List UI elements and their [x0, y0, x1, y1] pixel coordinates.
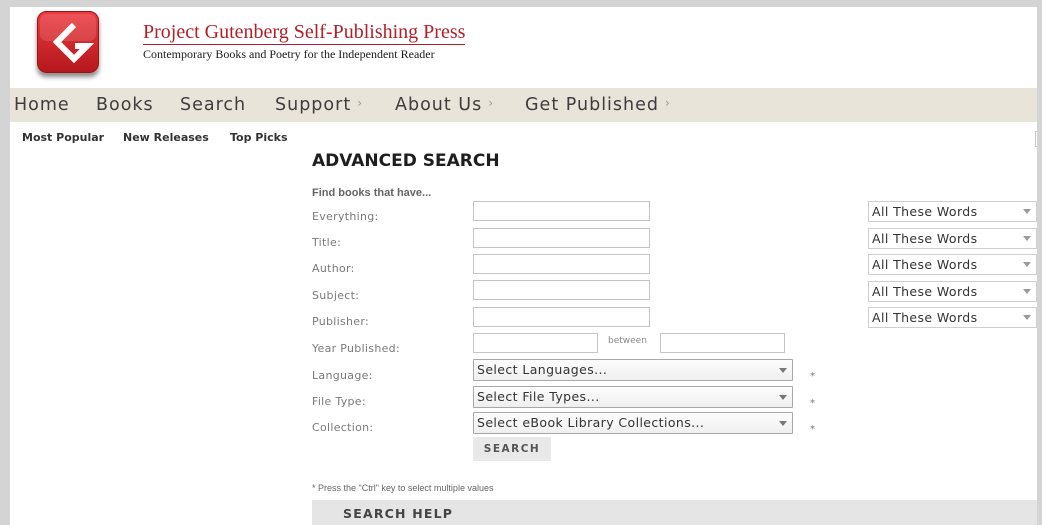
field-label: Language:: [312, 369, 373, 382]
field-label: Everything:: [312, 210, 379, 223]
field-label: Year Published:: [312, 342, 400, 355]
site-tagline: Contemporary Books and Poetry for the In…: [143, 47, 435, 61]
gutenberg-logo-icon: [37, 11, 99, 73]
nav-item-label: Search: [180, 95, 247, 115]
dropdown-arrow-icon: [1023, 289, 1031, 294]
field-label: File Type:: [312, 395, 366, 408]
search-help-title: SEARCH HELP: [343, 506, 454, 521]
site-logo[interactable]: [37, 11, 99, 73]
subnav-top-picks[interactable]: Top Picks: [230, 131, 288, 145]
field-label: Subject:: [312, 289, 360, 302]
field-label: Collection:: [312, 421, 374, 434]
site-title[interactable]: Project Gutenberg Self-Publishing Press: [143, 21, 466, 45]
select-value: All These Words: [872, 231, 978, 246]
publisher-match-select[interactable]: All These Words: [868, 307, 1037, 328]
required-marker: *: [810, 424, 815, 435]
header-search-input[interactable]: [1035, 131, 1037, 147]
dropdown-arrow-icon: [1023, 209, 1031, 214]
field-label: Title:: [312, 236, 342, 249]
dropdown-arrow-icon: [1023, 315, 1031, 320]
nav-item-support[interactable]: Support ›: [275, 88, 362, 122]
nav-item-get-published[interactable]: Get Published ›: [525, 88, 670, 122]
submenu-arrow-icon: ›: [665, 96, 670, 110]
dropdown-arrow-icon: [1023, 236, 1031, 241]
select-value: All These Words: [872, 204, 978, 219]
nav-item-home[interactable]: Home: [14, 88, 70, 122]
select-value: Select File Types...: [477, 389, 600, 404]
dropdown-arrow-icon: [779, 421, 787, 426]
page-title: ADVANCED SEARCH: [312, 151, 500, 171]
dropdown-arrow-icon: [779, 368, 787, 373]
title-match-select[interactable]: All These Words: [868, 228, 1037, 249]
subject-match-select[interactable]: All These Words: [868, 281, 1037, 302]
file-type-select[interactable]: Select File Types...: [473, 386, 793, 408]
ctrl-key-footnote: * Press the "Ctrl" key to select multipl…: [312, 483, 494, 493]
nav-item-label: Get Published: [525, 95, 660, 115]
page-frame: Project Gutenberg Self-Publishing Press …: [10, 7, 1037, 525]
collection-select[interactable]: Select eBook Library Collections...: [473, 412, 793, 434]
main-nav: Home Books Search Support › About Us › Get…: [10, 88, 1037, 122]
field-label: Author:: [312, 262, 355, 275]
nav-item-label: Support: [275, 95, 352, 115]
nav-item-label: Books: [96, 95, 154, 115]
nav-item-about-us[interactable]: About Us ›: [395, 88, 493, 122]
select-value: All These Words: [872, 257, 978, 272]
subnav-new-releases[interactable]: New Releases: [123, 131, 209, 145]
search-intro: Find books that have...: [312, 187, 432, 199]
required-marker: *: [810, 398, 815, 409]
subnav-most-popular[interactable]: Most Popular: [22, 131, 104, 145]
title-input[interactable]: [473, 228, 650, 248]
author-input[interactable]: [473, 254, 650, 274]
language-select[interactable]: Select Languages...: [473, 359, 793, 381]
search-button[interactable]: SEARCH: [473, 437, 551, 461]
dropdown-arrow-icon: [1023, 262, 1031, 267]
year-to-input[interactable]: [660, 333, 785, 353]
select-value: Select Languages...: [477, 362, 608, 377]
submenu-arrow-icon: ›: [357, 96, 362, 110]
select-value: Select eBook Library Collections...: [477, 415, 705, 430]
everything-input[interactable]: [473, 201, 650, 221]
year-from-input[interactable]: [473, 333, 598, 353]
year-between-label: between: [608, 336, 647, 346]
select-value: All These Words: [872, 310, 978, 325]
submenu-arrow-icon: ›: [488, 96, 494, 110]
subject-input[interactable]: [473, 280, 650, 300]
everything-match-select[interactable]: All These Words: [868, 201, 1037, 222]
nav-item-books[interactable]: Books: [96, 88, 154, 122]
dropdown-arrow-icon: [779, 395, 787, 400]
nav-item-search[interactable]: Search: [180, 88, 246, 122]
required-marker: *: [810, 371, 815, 382]
search-help-bar[interactable]: SEARCH HELP: [312, 500, 1037, 525]
author-match-select[interactable]: All These Words: [868, 254, 1037, 275]
field-label: Publisher:: [312, 315, 370, 328]
nav-item-label: About Us: [395, 95, 483, 115]
publisher-input[interactable]: [473, 307, 650, 327]
select-value: All These Words: [872, 284, 978, 299]
nav-item-label: Home: [14, 95, 70, 115]
